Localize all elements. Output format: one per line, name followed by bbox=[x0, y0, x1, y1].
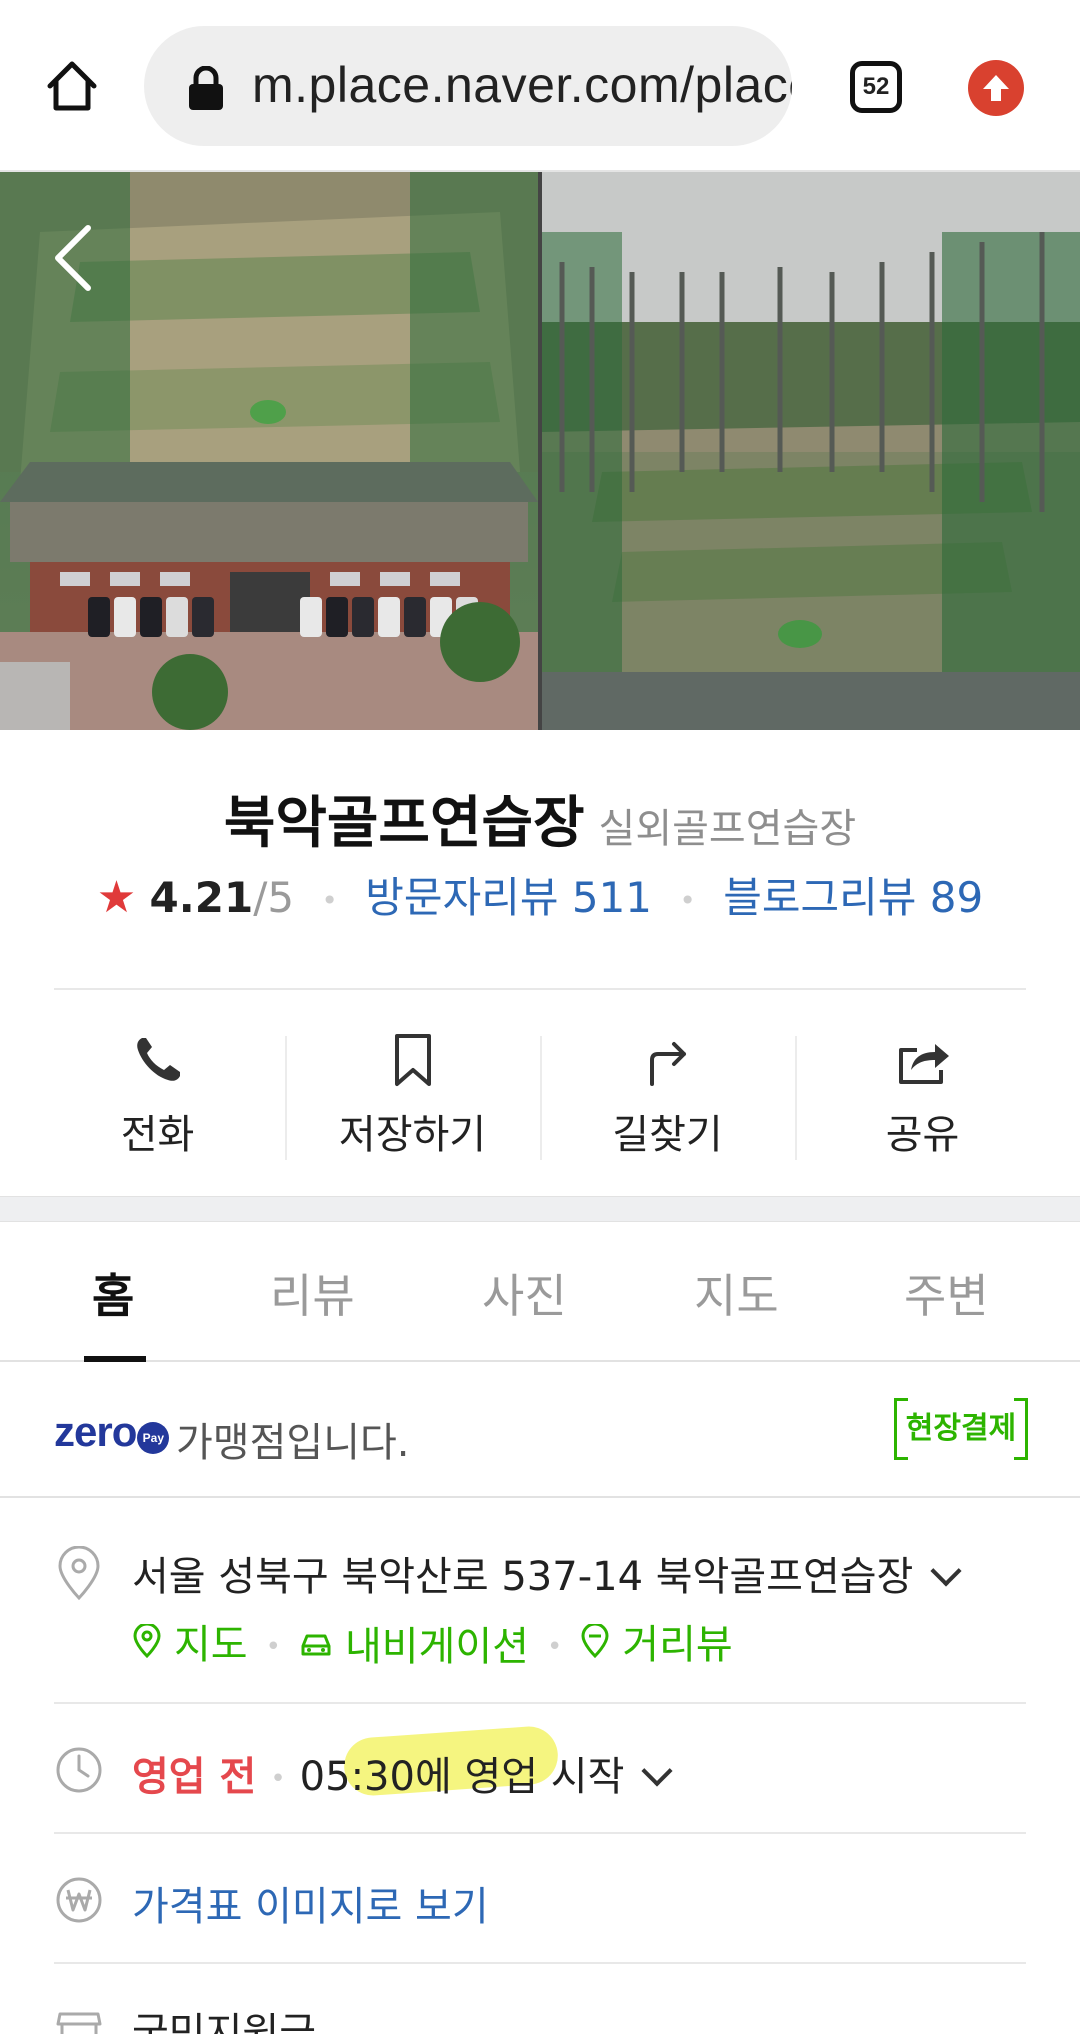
onsite-payment-badge: 현장결제 bbox=[894, 1398, 1028, 1460]
photo-clubhouse[interactable] bbox=[0, 172, 538, 730]
won-currency-icon bbox=[56, 1877, 102, 1923]
store-icon bbox=[56, 2012, 102, 2034]
home-icon[interactable] bbox=[38, 52, 106, 120]
zeropay-text: 가맹점입니다. bbox=[176, 1420, 410, 1466]
directions-button[interactable]: 길찾기 bbox=[540, 1010, 795, 1160]
directions-label: 길찾기 bbox=[612, 1112, 723, 1158]
back-arrow-icon[interactable] bbox=[44, 218, 104, 298]
upload-icon[interactable] bbox=[968, 60, 1024, 116]
separator-dot: • bbox=[270, 1764, 286, 1794]
divider bbox=[54, 988, 1026, 990]
chevron-down-icon[interactable] bbox=[641, 1755, 673, 1787]
active-tab-indicator bbox=[84, 1356, 146, 1362]
business-status: 영업 전 bbox=[132, 1754, 257, 1800]
directions-icon bbox=[649, 1042, 686, 1086]
bookmark-icon bbox=[394, 1034, 431, 1086]
zeropay-logo: zero Pay bbox=[54, 1408, 170, 1456]
divider bbox=[54, 1832, 1026, 1834]
zeropay-banner: zero Pay 가맹점입니다. 현장결제 bbox=[0, 1364, 1080, 1498]
separator-dot: • bbox=[679, 884, 696, 917]
navigation-link[interactable]: 내비게이션 bbox=[299, 1614, 529, 1672]
separator-dot: • bbox=[546, 1632, 563, 1662]
photo-driving-range[interactable]: my bbox=[542, 172, 1080, 730]
save-button[interactable]: 저장하기 bbox=[285, 1010, 540, 1160]
support-fund-text: 국민지원금 bbox=[132, 2010, 316, 2034]
phone-icon bbox=[136, 1038, 180, 1081]
tab-home[interactable]: 홈 bbox=[92, 1260, 134, 1326]
tab-bar: 홈 리뷰 사진 지도 주변 bbox=[0, 1222, 1080, 1362]
star-icon: ★ bbox=[96, 872, 137, 923]
clock-icon bbox=[56, 1747, 102, 1793]
rating-score: 4.21 bbox=[149, 873, 254, 922]
separator-dot: • bbox=[265, 1632, 281, 1662]
tab-nearby[interactable]: 주변 bbox=[904, 1260, 989, 1326]
tab-reviews[interactable]: 리뷰 bbox=[270, 1260, 355, 1326]
address-row[interactable]: 서울 성북구 북악산로 537-14 북악골프연습장 bbox=[132, 1544, 962, 1602]
map-link[interactable]: 지도 bbox=[132, 1612, 248, 1670]
tab-map[interactable]: 지도 bbox=[694, 1260, 779, 1326]
section-separator bbox=[0, 1196, 1080, 1222]
price-image-link[interactable]: 가격표 이미지로 보기 bbox=[132, 1874, 489, 1932]
rating-max: /5 bbox=[253, 873, 295, 922]
location-pin-icon bbox=[58, 1546, 100, 1601]
streetview-icon bbox=[581, 1624, 609, 1658]
map-pin-icon bbox=[133, 1624, 161, 1658]
action-bar: 전화 저장하기 길찾기 공유 bbox=[0, 1010, 1080, 1160]
lock-icon bbox=[189, 66, 223, 110]
separator-dot: • bbox=[321, 884, 338, 917]
business-hours-row[interactable]: 영업 전 • 05:30에 영업 시작 bbox=[132, 1744, 673, 1802]
address-links: 지도 • 내비게이션 • 거리뷰 bbox=[132, 1612, 733, 1672]
streetview-link[interactable]: 거리뷰 bbox=[580, 1612, 733, 1670]
share-button[interactable]: 공유 bbox=[795, 1010, 1050, 1160]
place-category: 실외골프연습장 bbox=[598, 806, 857, 852]
tab-photos[interactable]: 사진 bbox=[482, 1260, 567, 1326]
save-label: 저장하기 bbox=[338, 1112, 487, 1158]
place-name: 북악골프연습장 bbox=[223, 791, 585, 856]
visitor-reviews-link[interactable]: 방문자리뷰 511 bbox=[365, 873, 652, 922]
rating-row: ★ 4.21/5 • 방문자리뷰 511 • 블로그리뷰 89 bbox=[0, 864, 1080, 925]
divider bbox=[54, 1702, 1026, 1704]
address-text: 서울 성북구 북악산로 537-14 북악골프연습장 bbox=[132, 1554, 914, 1600]
business-hours-detail: 05:30에 영업 시작 bbox=[299, 1754, 625, 1800]
divider bbox=[54, 1962, 1026, 1964]
share-label: 공유 bbox=[885, 1112, 960, 1158]
share-icon bbox=[898, 1044, 949, 1084]
car-icon bbox=[301, 1634, 331, 1656]
url-bar[interactable]: m.place.naver.com/place bbox=[144, 26, 792, 146]
browser-toolbar: m.place.naver.com/place 52 bbox=[0, 0, 1080, 172]
tab-switcher-button[interactable]: 52 bbox=[850, 61, 902, 113]
photo-gallery[interactable]: my bbox=[0, 172, 1080, 730]
chevron-down-icon[interactable] bbox=[930, 1555, 962, 1587]
blog-reviews-link[interactable]: 블로그리뷰 89 bbox=[723, 873, 983, 922]
call-button[interactable]: 전화 bbox=[30, 1010, 285, 1160]
place-title-row: 북악골프연습장 실외골프연습장 bbox=[0, 778, 1080, 859]
call-label: 전화 bbox=[120, 1112, 195, 1158]
url-text: m.place.naver.com/place bbox=[252, 57, 792, 113]
